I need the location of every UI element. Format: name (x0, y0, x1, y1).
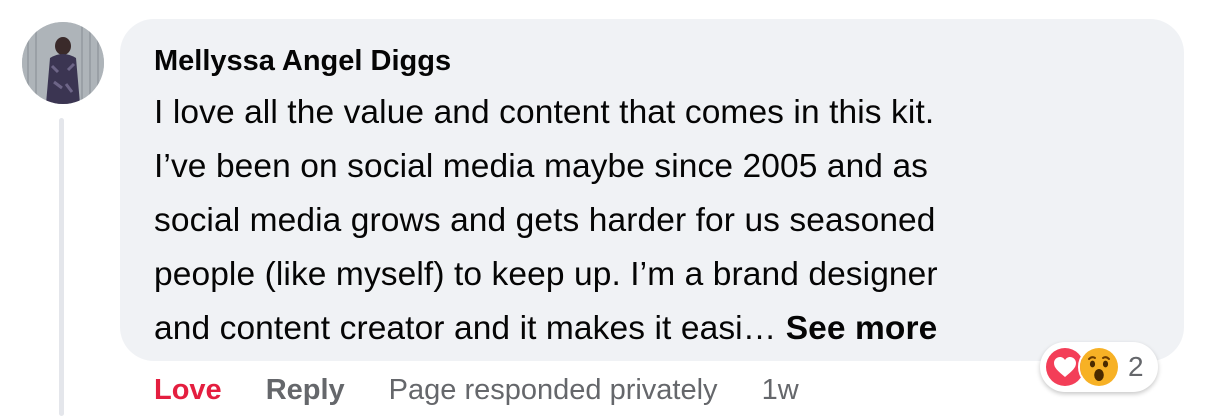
comment-actions: Love Reply Page responded privately 1w (154, 370, 799, 410)
page-responded-label: Page responded privately (388, 373, 718, 406)
love-reaction-button[interactable]: Love (154, 374, 222, 407)
comment-timestamp[interactable]: 1w (762, 374, 799, 407)
comment-text-line: people (like myself) to keep up. I’m a b… (154, 256, 938, 293)
comment-text-line: and content creator and it makes it easi… (154, 310, 786, 347)
see-more-link[interactable]: See more (786, 310, 938, 347)
comment-text-line: social media grows and gets harder for u… (154, 202, 936, 239)
wow-face-icon (1078, 346, 1120, 388)
reply-thread-line (59, 118, 64, 416)
avatar-photo (22, 22, 104, 104)
comment-bubble: Mellyssa Angel Diggs I love all the valu… (120, 19, 1184, 361)
comment-text: I love all the value and content that co… (154, 86, 1150, 356)
avatar[interactable] (22, 22, 104, 104)
reaction-summary[interactable]: 2 (1040, 342, 1158, 392)
comment-author[interactable]: Mellyssa Angel Diggs (154, 43, 1150, 79)
reply-button[interactable]: Reply (266, 374, 345, 407)
comment-text-line: I’ve been on social media maybe since 20… (154, 148, 929, 185)
comment-text-line: I love all the value and content that co… (154, 94, 935, 131)
comment-text-last-line: and content creator and it makes it easi… (154, 302, 1150, 356)
reaction-count: 2 (1128, 351, 1144, 382)
